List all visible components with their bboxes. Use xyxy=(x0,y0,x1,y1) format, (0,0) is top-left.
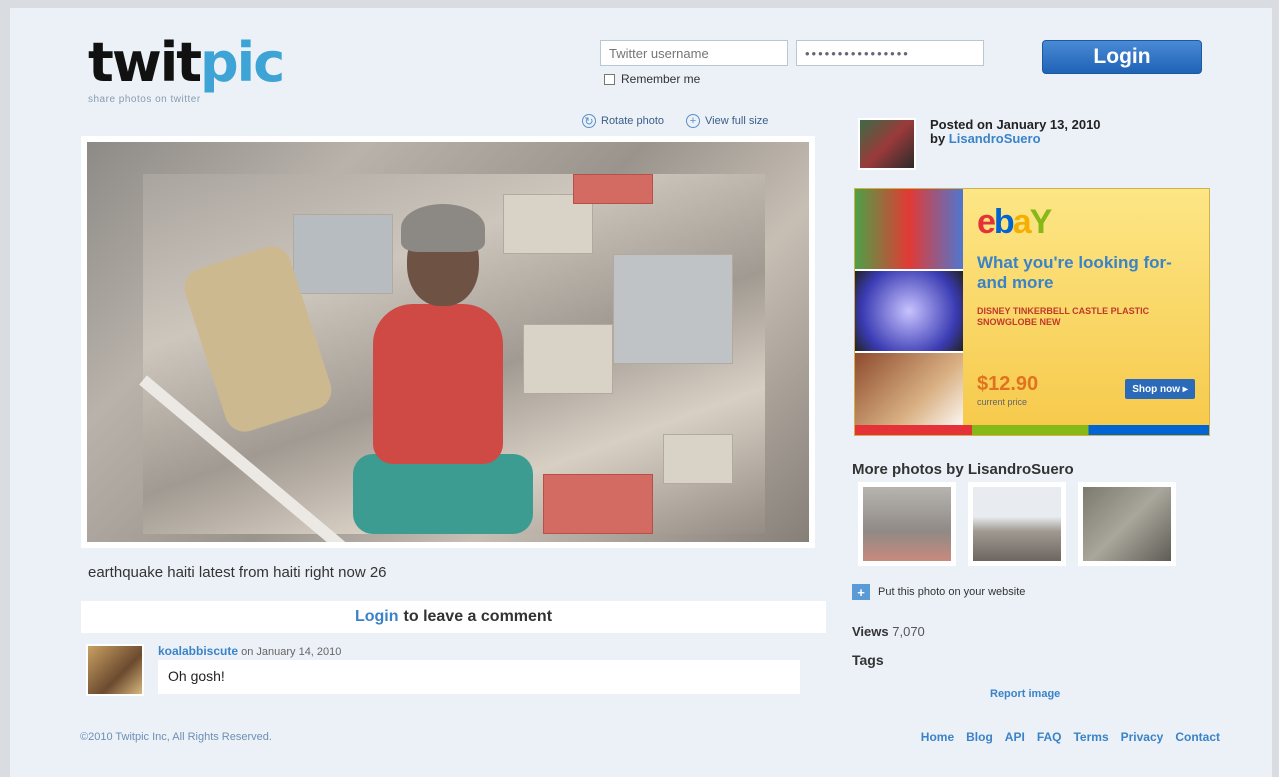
poster-avatar[interactable] xyxy=(858,118,916,170)
rubble-block xyxy=(543,474,653,534)
views-label: Views xyxy=(852,624,889,639)
more-photo-image xyxy=(1083,487,1171,561)
footer-link-api[interactable]: API xyxy=(1005,730,1025,744)
view-full-size-label: View full size xyxy=(705,115,769,127)
photo-background xyxy=(87,142,809,542)
commenter-avatar[interactable] xyxy=(86,644,144,696)
rubble-block xyxy=(573,174,653,204)
plus-icon: + xyxy=(852,584,870,600)
remember-me[interactable]: Remember me xyxy=(604,72,700,86)
more-photo-thumb[interactable] xyxy=(1078,482,1176,566)
shop-now-button[interactable]: Shop now ▸ xyxy=(1125,379,1195,399)
tags-label: Tags xyxy=(852,652,884,668)
survivor-pants xyxy=(353,454,533,534)
ad-price-label: current price xyxy=(977,397,1028,407)
footer-link-terms[interactable]: Terms xyxy=(1073,730,1108,744)
comment-login-link[interactable]: Login xyxy=(355,608,399,626)
main-photo[interactable] xyxy=(81,136,815,548)
comment-date: on January 14, 2010 xyxy=(241,646,342,658)
view-full-size-link[interactable]: + View full size xyxy=(686,114,768,128)
rubble-block xyxy=(613,254,733,364)
login-button[interactable]: Login xyxy=(1042,40,1202,74)
posted-by-word: by xyxy=(930,131,946,147)
twitpic-logo[interactable]: twitpic share photos on twitter xyxy=(88,36,285,106)
photo-tools: ↻ Rotate photo + View full size xyxy=(582,114,768,128)
poster-username[interactable]: LisandroSuero xyxy=(949,131,1041,146)
more-photos-title: More photos by LisandroSuero xyxy=(852,461,1074,478)
photo-caption: earthquake haiti latest from haiti right… xyxy=(88,564,387,581)
ad-thumbnails xyxy=(855,189,963,435)
footer-link-faq[interactable]: FAQ xyxy=(1037,730,1062,744)
comment-item: koalabbiscute on January 14, 2010 Oh gos… xyxy=(86,644,816,700)
report-image-link[interactable]: Report image xyxy=(990,688,1060,700)
survivor-hair xyxy=(401,204,485,252)
password-input[interactable] xyxy=(796,40,984,66)
footer-link-privacy[interactable]: Privacy xyxy=(1121,730,1164,744)
ebay-ad[interactable]: ebaY What you're looking for-and more DI… xyxy=(854,188,1210,436)
ebay-logo-b: b xyxy=(993,203,1015,241)
ad-headline: What you're looking for-and more xyxy=(977,253,1172,293)
more-photos-list xyxy=(858,482,1176,566)
rubble-block xyxy=(523,324,613,394)
comment-author[interactable]: koalabbiscute xyxy=(158,644,238,658)
posted-date: Posted on January 13, 2010 xyxy=(930,117,1101,132)
posted-by-line: by LisandroSuero xyxy=(930,132,1210,146)
comment-meta: koalabbiscute on January 14, 2010 xyxy=(158,644,341,658)
footer-link-contact[interactable]: Contact xyxy=(1175,730,1220,744)
zoom-icon: + xyxy=(686,114,700,128)
ad-color-strip xyxy=(855,425,1209,435)
ad-product: DISNEY TINKERBELL CASTLE PLASTIC SNOWGLO… xyxy=(977,305,1150,328)
ad-thumb[interactable] xyxy=(855,189,963,271)
copyright: ©2010 Twitpic Inc, All Rights Reserved. xyxy=(80,731,272,743)
embed-photo-link[interactable]: + Put this photo on your website xyxy=(852,584,1025,600)
rubble-block xyxy=(663,434,733,484)
survivor-shirt xyxy=(373,304,503,464)
ad-price: $12.90 xyxy=(977,373,1039,395)
comment-login-suffix: to leave a comment xyxy=(403,608,553,625)
more-photo-thumb[interactable] xyxy=(968,482,1066,566)
photo-image xyxy=(139,174,765,542)
ebay-logo: ebaY xyxy=(977,205,1195,239)
logo-tagline: share photos on twitter xyxy=(88,94,201,105)
login-form: Remember me Login xyxy=(600,38,1220,94)
rotate-photo-label: Rotate photo xyxy=(601,115,664,127)
ad-thumb[interactable] xyxy=(855,271,963,353)
logo-wordmark: twitpic xyxy=(88,36,285,90)
comment-body: Oh gosh! xyxy=(158,660,800,694)
ebay-logo-a: a xyxy=(1012,203,1032,241)
ebay-logo-e: e xyxy=(977,203,996,241)
comment-login-bar: Login to leave a comment xyxy=(81,601,826,633)
footer-link-blog[interactable]: Blog xyxy=(966,730,993,744)
logo-twit: twit xyxy=(88,31,202,94)
page: twitpic share photos on twitter Remember… xyxy=(10,8,1272,777)
more-photo-image xyxy=(863,487,951,561)
remember-me-checkbox[interactable] xyxy=(604,73,615,85)
views-number: 7,070 xyxy=(892,624,925,639)
rotate-photo-link[interactable]: ↻ Rotate photo xyxy=(582,114,664,128)
more-photo-thumb[interactable] xyxy=(858,482,956,566)
ad-panel: ebaY What you're looking for-and more DI… xyxy=(855,189,1209,435)
rotate-icon: ↻ xyxy=(582,114,596,128)
more-photo-image xyxy=(973,487,1061,561)
footer-link-home[interactable]: Home xyxy=(921,730,954,744)
ebay-logo-y: Y xyxy=(1029,203,1053,241)
username-input[interactable] xyxy=(600,40,788,66)
footer-links: Home Blog API FAQ Terms Privacy Contact xyxy=(921,730,1220,744)
rubble-block xyxy=(293,214,393,294)
ad-thumb[interactable] xyxy=(855,353,963,435)
posted-text: Posted on January 13, 2010 by LisandroSu… xyxy=(930,117,1210,147)
remember-me-label: Remember me xyxy=(621,72,701,86)
logo-pic: pic xyxy=(200,31,285,94)
embed-photo-label: Put this photo on your website xyxy=(878,586,1026,598)
views-count: Views 7,070 xyxy=(852,624,925,639)
